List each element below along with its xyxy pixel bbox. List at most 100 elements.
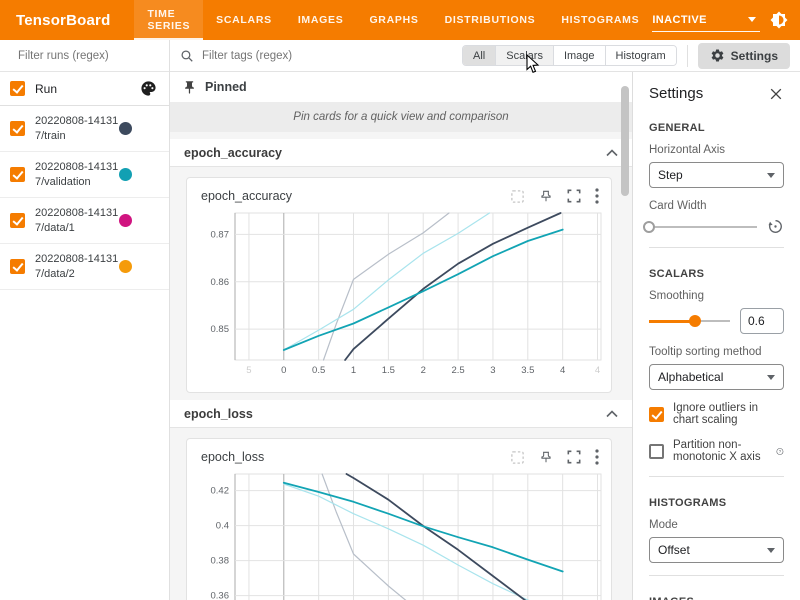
card-actions xyxy=(510,188,603,204)
chevron-down-icon xyxy=(767,375,775,380)
general-heading: GENERAL xyxy=(649,122,784,134)
run-column-label: Run xyxy=(35,82,140,96)
status-label: INACTIVE xyxy=(652,14,748,26)
pin-card-icon[interactable] xyxy=(539,189,553,203)
svg-text:2: 2 xyxy=(421,365,426,376)
partition-x-axis-checkbox-row[interactable]: Partition non-monotonic X axis ? xyxy=(649,439,784,463)
histogram-mode-label: Mode xyxy=(649,519,784,531)
app-logo: TensorBoard xyxy=(16,12,110,29)
pin-hint-band: Pin cards for a quick view and compariso… xyxy=(170,102,632,132)
partition-x-axis-checkbox xyxy=(649,444,664,459)
settings-button-label: Settings xyxy=(731,49,778,63)
run-row[interactable]: 20220808-141317/data/2 xyxy=(0,244,169,290)
svg-text:5: 5 xyxy=(246,365,251,376)
tag-filter[interactable] xyxy=(170,49,462,63)
chevron-down-icon xyxy=(748,17,756,22)
tooltip-sorting-value: Alphabetical xyxy=(658,370,767,384)
run-checkbox[interactable] xyxy=(10,259,25,274)
fullscreen-icon[interactable] xyxy=(567,450,581,464)
run-list: 20220808-141317/train20220808-141317/val… xyxy=(0,106,169,290)
svg-text:0.5: 0.5 xyxy=(312,365,325,376)
chip-all[interactable]: All xyxy=(463,46,496,65)
run-row[interactable]: 20220808-141317/data/1 xyxy=(0,198,169,244)
help-icon[interactable]: ? xyxy=(776,445,784,458)
run-filter-input[interactable] xyxy=(18,50,172,62)
select-all-runs-checkbox[interactable] xyxy=(10,81,25,96)
settings-section-scalars: SCALARS Smoothing Tooltip sorting method… xyxy=(633,256,800,485)
line-chart-epoch_accuracy[interactable]: 0.850.860.8700.511.522.533.5454 xyxy=(195,209,603,386)
chip-scalars[interactable]: Scalars xyxy=(496,46,554,65)
tab-time-series[interactable]: TIME SERIES xyxy=(134,0,203,40)
brightness-icon xyxy=(770,11,788,29)
close-icon[interactable] xyxy=(768,86,784,102)
tooltip-sorting-dropdown[interactable]: Alphabetical xyxy=(649,364,784,390)
pinned-title: Pinned xyxy=(205,80,247,94)
chevron-down-icon xyxy=(767,548,775,553)
smoothing-value-input[interactable] xyxy=(740,308,784,334)
histogram-mode-dropdown[interactable]: Offset xyxy=(649,537,784,563)
run-label: 20220808-141317/data/1 xyxy=(35,206,119,236)
section-title: epoch_loss xyxy=(184,407,606,421)
tab-images[interactable]: IMAGES xyxy=(285,0,357,40)
svg-text:0.42: 0.42 xyxy=(211,486,230,497)
settings-section-general: GENERAL Horizontal Axis Step Card Width xyxy=(633,110,800,256)
svg-text:1.5: 1.5 xyxy=(382,365,395,376)
scalar-card-epoch_loss: epoch_loss0.420.40.380.36 xyxy=(186,438,612,600)
settings-button[interactable]: Settings xyxy=(698,43,790,69)
status-dropdown[interactable]: INACTIVE xyxy=(652,8,760,32)
run-row[interactable]: 20220808-141317/validation xyxy=(0,152,169,198)
pin-card-icon[interactable] xyxy=(539,450,553,464)
main-toolbar: AllScalarsImageHistogram Settings xyxy=(170,40,800,72)
more-options-icon[interactable] xyxy=(595,449,599,465)
card-title: epoch_loss xyxy=(195,450,510,464)
pin-icon xyxy=(182,80,197,95)
search-icon xyxy=(180,49,194,63)
fit-domain-icon[interactable] xyxy=(510,450,525,465)
horizontal-axis-value: Step xyxy=(658,168,767,182)
fullscreen-icon[interactable] xyxy=(567,189,581,203)
tag-filter-input[interactable] xyxy=(202,50,452,62)
palette-icon[interactable] xyxy=(140,80,157,97)
svg-text:3: 3 xyxy=(490,365,495,376)
svg-text:1: 1 xyxy=(351,365,356,376)
chip-image[interactable]: Image xyxy=(554,46,606,65)
svg-text:2.5: 2.5 xyxy=(451,365,464,376)
svg-text:0.87: 0.87 xyxy=(211,229,230,240)
card-width-slider[interactable] xyxy=(649,220,757,234)
run-checkbox[interactable] xyxy=(10,213,25,228)
chevron-down-icon xyxy=(767,173,775,178)
histograms-heading: HISTOGRAMS xyxy=(649,497,784,509)
nav-tabs: TIME SERIESSCALARSIMAGESGRAPHSDISTRIBUTI… xyxy=(134,0,652,40)
svg-text:0: 0 xyxy=(281,365,286,376)
horizontal-axis-dropdown[interactable]: Step xyxy=(649,162,784,188)
section-header-epoch_accuracy[interactable]: epoch_accuracy xyxy=(170,139,632,167)
chip-histogram[interactable]: Histogram xyxy=(606,46,676,65)
chevron-up-icon xyxy=(606,149,618,157)
fit-domain-icon[interactable] xyxy=(510,189,525,204)
run-checkbox[interactable] xyxy=(10,167,25,182)
reset-icon[interactable] xyxy=(767,218,784,235)
tab-graphs[interactable]: GRAPHS xyxy=(356,0,431,40)
ignore-outliers-checkbox-row[interactable]: Ignore outliers in chart scaling xyxy=(649,402,784,426)
line-chart-epoch_loss[interactable]: 0.420.40.380.36 xyxy=(195,470,603,600)
tab-distributions[interactable]: DISTRIBUTIONS xyxy=(432,0,549,40)
more-options-icon[interactable] xyxy=(595,188,599,204)
section-title: epoch_accuracy xyxy=(184,146,606,160)
run-row[interactable]: 20220808-141317/train xyxy=(0,106,169,152)
tab-scalars[interactable]: SCALARS xyxy=(203,0,285,40)
run-filter[interactable] xyxy=(0,40,169,72)
section-header-epoch_loss[interactable]: epoch_loss xyxy=(170,400,632,428)
main-scrollbar-thumb[interactable] xyxy=(621,86,629,196)
card-width-label: Card Width xyxy=(649,200,784,212)
scalar-card-epoch_accuracy: epoch_accuracy0.850.860.8700.511.522.533… xyxy=(186,177,612,393)
svg-text:0.4: 0.4 xyxy=(216,521,229,532)
header-right: INACTIVE ? xyxy=(652,8,800,32)
gear-icon xyxy=(710,48,725,63)
run-checkbox[interactable] xyxy=(10,121,25,136)
theme-brightness-toggle-button[interactable] xyxy=(767,8,791,32)
smoothing-slider[interactable] xyxy=(649,314,730,328)
smoothing-label: Smoothing xyxy=(649,290,784,302)
ignore-outliers-label: Ignore outliers in chart scaling xyxy=(673,402,784,426)
settings-section-histograms: HISTOGRAMS Mode Offset xyxy=(633,485,800,584)
tab-histograms[interactable]: HISTOGRAMS xyxy=(548,0,652,40)
